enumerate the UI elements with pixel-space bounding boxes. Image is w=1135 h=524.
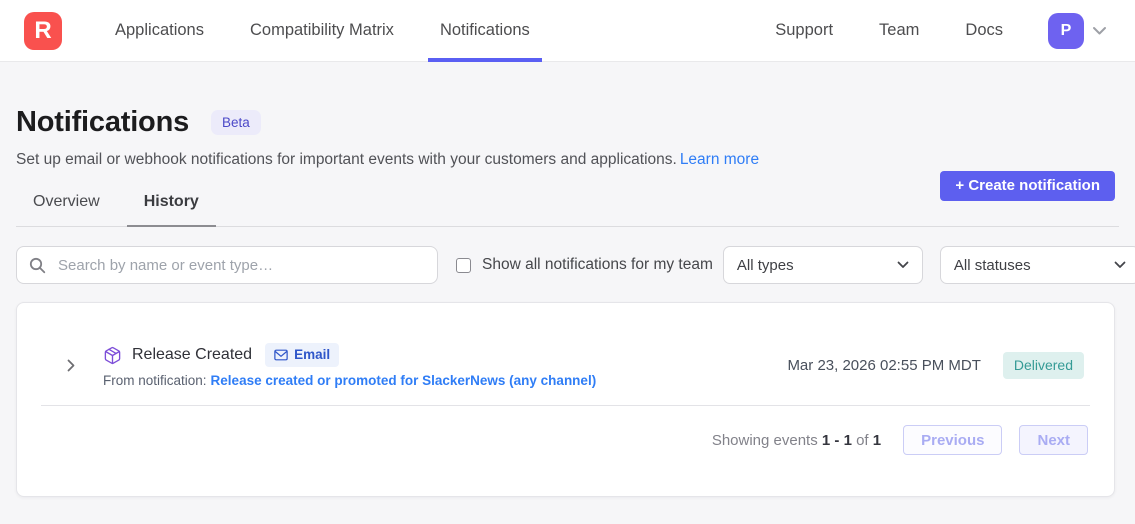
event-title-row: Release Created Email (103, 343, 787, 367)
beta-badge: Beta (211, 110, 261, 136)
event-source-row: From notification: Release created or pro… (103, 373, 787, 388)
create-notification-button[interactable]: + Create notification (940, 171, 1115, 201)
type-select-value: All types (737, 257, 794, 274)
pagination-row: Showing events 1 - 1 of 1 Previous Next (17, 406, 1114, 496)
filters-row: Show all notifications for my team All t… (16, 246, 1119, 284)
app-logo-letter: R (34, 17, 51, 45)
expand-chevron-right-icon[interactable] (67, 359, 75, 372)
event-row[interactable]: Release Created Email From notification:… (17, 303, 1114, 388)
nav-notifications[interactable]: Notifications (428, 0, 542, 62)
avatar-letter: P (1061, 22, 1072, 40)
from-notification-label: From notification: (103, 373, 207, 388)
status-select-value: All statuses (954, 257, 1031, 274)
avatar[interactable]: P (1048, 13, 1084, 49)
nav-team[interactable]: Team (867, 21, 931, 40)
nav-applications[interactable]: Applications (103, 0, 216, 62)
main-content: Notifications Beta + Create notification… (0, 106, 1135, 497)
previous-button[interactable]: Previous (903, 425, 1002, 455)
status-select[interactable]: All statuses (940, 246, 1135, 284)
page-header: Notifications Beta (16, 106, 1119, 139)
events-card: Release Created Email From notification:… (16, 302, 1115, 497)
show-team-notifications-checkbox[interactable] (456, 258, 471, 273)
nav-right: Support Team Docs P (752, 0, 1107, 62)
top-navbar: R Applications Compatibility Matrix Noti… (0, 0, 1135, 62)
page-subtitle: Set up email or webhook notifications fo… (16, 151, 1119, 169)
app-logo[interactable]: R (24, 12, 62, 50)
nav-compatibility-matrix[interactable]: Compatibility Matrix (238, 0, 406, 62)
type-select[interactable]: All types (723, 246, 923, 284)
envelope-icon (274, 349, 288, 361)
subtitle-text: Set up email or webhook notifications fo… (16, 151, 677, 168)
search-icon (29, 257, 46, 274)
learn-more-link[interactable]: Learn more (680, 151, 759, 168)
show-team-notifications-label[interactable]: Show all notifications for my team (482, 256, 713, 274)
event-title: Release Created (132, 346, 252, 364)
pagination-range: 1 - 1 (822, 432, 852, 449)
pagination-prefix: Showing events (712, 432, 818, 449)
primary-nav: Applications Compatibility Matrix Notifi… (92, 0, 553, 62)
email-channel-label: Email (294, 347, 330, 363)
pagination-total: 1 (873, 432, 881, 449)
event-main: Release Created Email From notification:… (103, 343, 787, 388)
search-box (16, 246, 438, 284)
tab-overview[interactable]: Overview (16, 193, 117, 226)
package-icon (103, 346, 122, 365)
next-button[interactable]: Next (1019, 425, 1088, 455)
nav-support[interactable]: Support (763, 21, 845, 40)
select-chevron-down-icon (897, 261, 909, 269)
nav-docs[interactable]: Docs (953, 21, 1015, 40)
tab-history[interactable]: History (127, 193, 216, 226)
page-title: Notifications (16, 106, 189, 139)
select-chevron-down-icon (1114, 261, 1126, 269)
pagination-summary: Showing events 1 - 1 of 1 (712, 432, 881, 449)
event-timestamp: Mar 23, 2026 02:55 PM MDT (787, 357, 980, 374)
delivered-status-badge: Delivered (1003, 352, 1084, 379)
account-menu-chevron-down-icon[interactable] (1092, 26, 1107, 36)
pagination-of: of (856, 432, 869, 449)
search-input[interactable] (56, 256, 425, 275)
source-notification-link[interactable]: Release created or promoted for SlackerN… (211, 373, 597, 388)
email-channel-badge: Email (265, 343, 339, 367)
